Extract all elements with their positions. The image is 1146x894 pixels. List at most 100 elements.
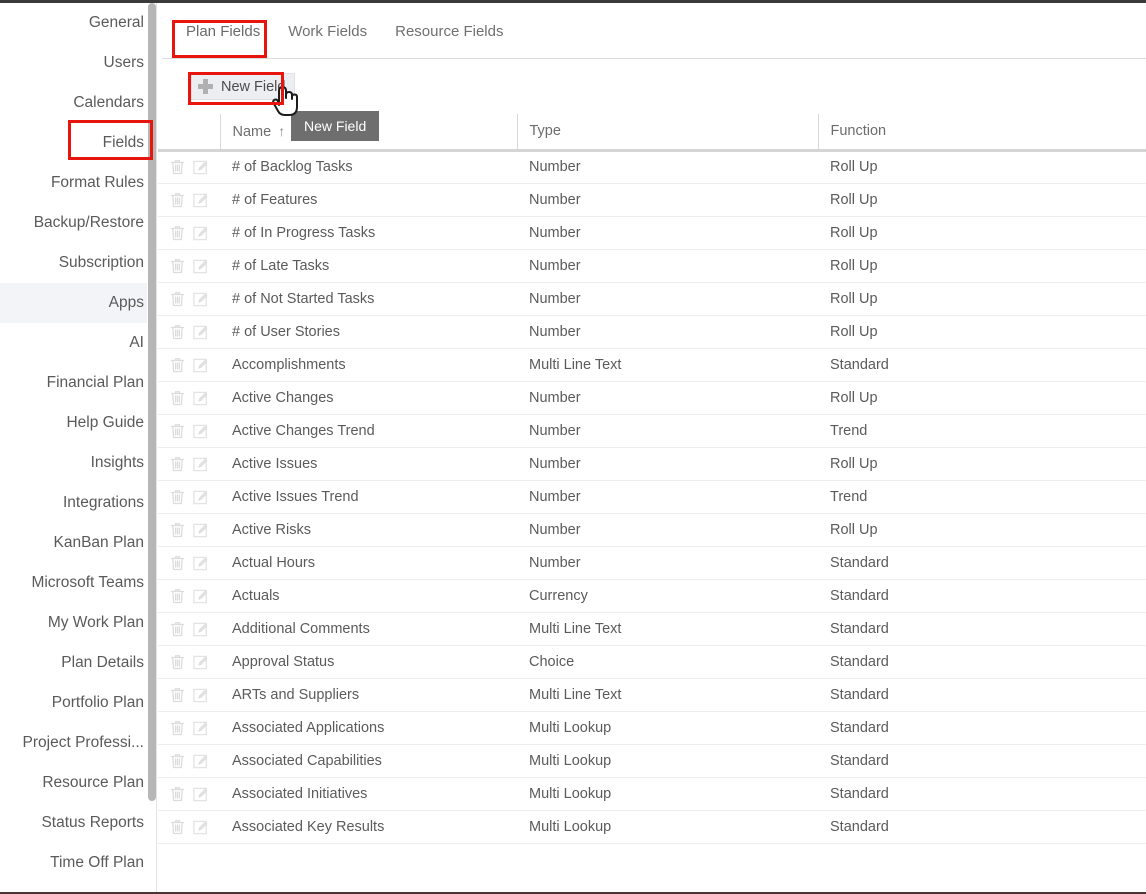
row-actions-cell xyxy=(158,678,220,712)
column-header-type[interactable]: Type xyxy=(516,114,818,152)
tab-plan-fields[interactable]: Plan Fields xyxy=(172,17,274,46)
delete-icon[interactable] xyxy=(170,357,185,373)
edit-icon[interactable] xyxy=(193,258,209,274)
edit-icon[interactable] xyxy=(193,291,209,307)
field-name-cell: Active Changes Trend xyxy=(220,414,517,448)
sidebar-item-apps[interactable]: Apps xyxy=(0,283,157,323)
edit-icon[interactable] xyxy=(193,159,209,175)
sidebar-item-label: Calendars xyxy=(73,94,144,111)
edit-icon[interactable] xyxy=(193,753,209,769)
edit-icon[interactable] xyxy=(193,390,209,406)
sidebar-item-backup-restore[interactable]: Backup/Restore xyxy=(0,203,157,243)
table-row[interactable]: # of Features Number Roll Up xyxy=(158,183,1146,217)
table-row[interactable]: Actuals Currency Standard xyxy=(158,579,1146,613)
delete-icon[interactable] xyxy=(170,423,185,439)
edit-icon[interactable] xyxy=(193,786,209,802)
tab-resource-fields[interactable]: Resource Fields xyxy=(381,17,517,46)
delete-icon[interactable] xyxy=(170,555,185,571)
table-row[interactable]: Associated Capabilities Multi Lookup Stand… xyxy=(158,744,1146,778)
edit-icon[interactable] xyxy=(193,654,209,670)
table-row[interactable]: Active Issues Trend Number Trend xyxy=(158,480,1146,514)
sidebar-item-financial-plan[interactable]: Financial Plan xyxy=(0,363,157,403)
delete-icon[interactable] xyxy=(170,456,185,472)
delete-icon[interactable] xyxy=(170,819,185,835)
delete-icon[interactable] xyxy=(170,489,185,505)
edit-icon[interactable] xyxy=(193,423,209,439)
delete-icon[interactable] xyxy=(170,225,185,241)
delete-icon[interactable] xyxy=(170,390,185,406)
delete-icon[interactable] xyxy=(170,720,185,736)
table-row[interactable]: Actual Hours Number Standard xyxy=(158,546,1146,580)
sidebar-item-insights[interactable]: Insights xyxy=(0,443,157,483)
delete-icon[interactable] xyxy=(170,753,185,769)
sidebar-item-microsoft-teams[interactable]: Microsoft Teams xyxy=(0,563,157,603)
column-header-function[interactable]: Function xyxy=(817,114,1146,152)
edit-icon[interactable] xyxy=(193,621,209,637)
delete-icon[interactable] xyxy=(170,786,185,802)
table-row[interactable]: Active Changes Trend Number Trend xyxy=(158,414,1146,448)
delete-icon[interactable] xyxy=(170,522,185,538)
sidebar-item-help-guide[interactable]: Help Guide xyxy=(0,403,157,443)
sidebar-item-project-professi[interactable]: Project Professi... xyxy=(0,723,157,763)
delete-icon[interactable] xyxy=(170,291,185,307)
row-actions-cell xyxy=(158,150,220,184)
sidebar-item-ai[interactable]: AI xyxy=(0,323,157,363)
edit-icon[interactable] xyxy=(193,522,209,538)
sidebar-item-portfolio-plan[interactable]: Portfolio Plan xyxy=(0,683,157,723)
table-row[interactable]: Active Risks Number Roll Up xyxy=(158,513,1146,547)
field-tabs[interactable]: Plan Fields Work Fields Resource Fields xyxy=(158,3,1146,59)
sidebar-item-subscription[interactable]: Subscription xyxy=(0,243,157,283)
edit-icon[interactable] xyxy=(193,192,209,208)
table-row[interactable]: Active Changes Number Roll Up xyxy=(158,381,1146,415)
table-row[interactable]: Additional Comments Multi Line Text Standa… xyxy=(158,612,1146,646)
sidebar-item-status-reports[interactable]: Status Reports xyxy=(0,803,157,843)
delete-icon[interactable] xyxy=(170,687,185,703)
tab-work-fields[interactable]: Work Fields xyxy=(274,17,381,46)
edit-icon[interactable] xyxy=(193,324,209,340)
delete-icon[interactable] xyxy=(170,588,185,604)
delete-icon[interactable] xyxy=(170,258,185,274)
sidebar-item-users[interactable]: Users xyxy=(0,43,157,83)
table-row[interactable]: Associated Applications Multi Lookup Stand… xyxy=(158,711,1146,745)
table-row[interactable]: # of Late Tasks Number Roll Up xyxy=(158,249,1146,283)
table-row[interactable]: Active Issues Number Roll Up xyxy=(158,447,1146,481)
delete-icon[interactable] xyxy=(170,324,185,340)
delete-icon[interactable] xyxy=(170,654,185,670)
table-row[interactable]: Accomplishments Multi Line Text Standard xyxy=(158,348,1146,382)
table-row[interactable]: # of Backlog Tasks Number Roll Up xyxy=(158,150,1146,184)
delete-icon[interactable] xyxy=(170,159,185,175)
sidebar-item-resource-plan[interactable]: Resource Plan xyxy=(0,763,157,803)
new-field-button[interactable]: New Field xyxy=(191,73,296,100)
table-row[interactable]: Associated Key Results Multi Lookup Standa… xyxy=(158,810,1146,844)
edit-icon[interactable] xyxy=(193,687,209,703)
table-row[interactable]: ARTs and Suppliers Multi Line Text Standar… xyxy=(158,678,1146,712)
delete-icon[interactable] xyxy=(170,192,185,208)
settings-sidebar[interactable]: General Users Calendars Fields Format Rules B… xyxy=(0,3,157,892)
sidebar-item-label: Insights xyxy=(90,454,144,471)
edit-icon[interactable] xyxy=(193,588,209,604)
table-row[interactable]: # of Not Started Tasks Number Roll Up xyxy=(158,282,1146,316)
sidebar-item-general[interactable]: General xyxy=(0,3,157,43)
sidebar-item-format-rules[interactable]: Format Rules xyxy=(0,163,157,203)
edit-icon[interactable] xyxy=(193,819,209,835)
sidebar-item-my-work-plan[interactable]: My Work Plan xyxy=(0,603,157,643)
sidebar-item-integrations[interactable]: Integrations xyxy=(0,483,157,523)
sidebar-item-plan-details[interactable]: Plan Details xyxy=(0,643,157,683)
edit-icon[interactable] xyxy=(193,555,209,571)
table-row[interactable]: # of In Progress Tasks Number Roll Up xyxy=(158,216,1146,250)
sidebar-item-time-off-plan[interactable]: Time Off Plan xyxy=(0,843,157,883)
sidebar-scrollbar-thumb[interactable] xyxy=(148,3,156,801)
edit-icon[interactable] xyxy=(193,489,209,505)
edit-icon[interactable] xyxy=(193,357,209,373)
edit-icon[interactable] xyxy=(193,720,209,736)
sidebar-item-fields[interactable]: Fields xyxy=(0,123,157,163)
edit-icon[interactable] xyxy=(193,225,209,241)
table-row[interactable]: # of User Stories Number Roll Up xyxy=(158,315,1146,349)
delete-icon[interactable] xyxy=(170,621,185,637)
table-row[interactable]: Approval Status Choice Standard xyxy=(158,645,1146,679)
edit-icon[interactable] xyxy=(193,456,209,472)
field-function-cell: Roll Up xyxy=(818,183,1146,217)
table-row[interactable]: Associated Initiatives Multi Lookup Standa… xyxy=(158,777,1146,811)
sidebar-item-calendars[interactable]: Calendars xyxy=(0,83,157,123)
sidebar-item-kanban-plan[interactable]: KanBan Plan xyxy=(0,523,157,563)
